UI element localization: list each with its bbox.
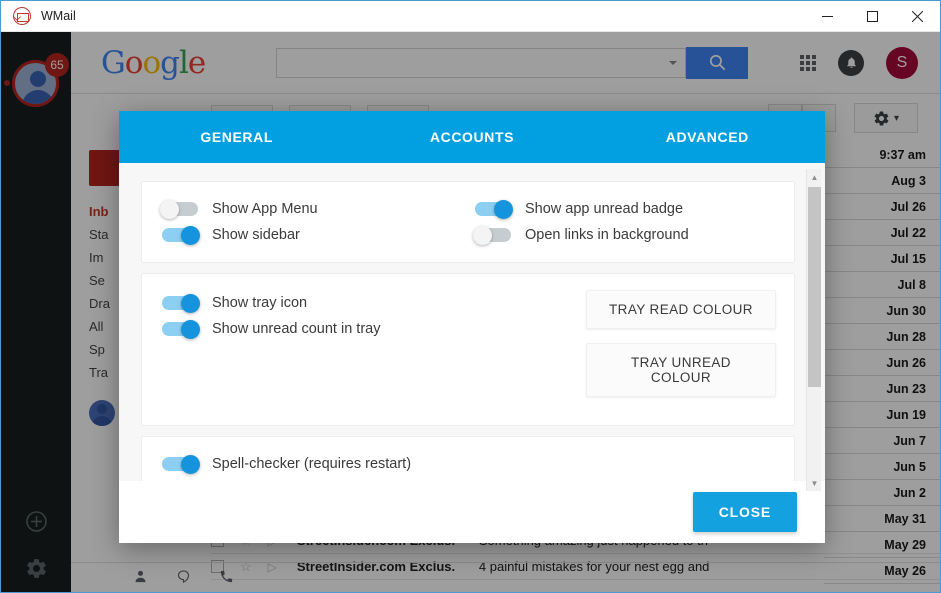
option-label: Spell-checker (requires restart)	[212, 455, 412, 472]
option-spell-checker[interactable]: Spell-checker (requires restart)	[160, 451, 776, 476]
email-date: Jul 22	[824, 220, 940, 246]
toggle-open-links-in-background[interactable]	[473, 225, 513, 245]
email-date: Jul 26	[824, 194, 940, 220]
scroll-down-arrow-icon[interactable]: ▼	[807, 475, 822, 491]
settings-footer: CLOSE	[119, 481, 825, 543]
email-date: Jun 19	[824, 402, 940, 428]
header-icons: S	[800, 46, 918, 79]
settings-gear-icon[interactable]	[25, 557, 48, 580]
email-date: Jun 23	[824, 376, 940, 402]
toggle-show-app-unread-badge[interactable]	[473, 199, 513, 219]
option-label: Show App Menu	[212, 200, 318, 217]
option-show-tray-icon[interactable]: Show tray icon	[160, 290, 586, 315]
option-show-unread-count-in-tray[interactable]: Show unread count in tray	[160, 316, 586, 341]
option-label: Open links in background	[525, 226, 689, 243]
email-date: Jun 5	[824, 454, 940, 480]
search-input[interactable]	[276, 47, 687, 78]
scrollbar-thumb[interactable]	[808, 187, 821, 387]
maximize-button[interactable]	[850, 1, 895, 32]
email-date-column: 9:37 am Aug 3 Jul 26 Jul 22 Jul 15 Jul 8…	[824, 142, 940, 584]
toggle-show-sidebar[interactable]	[160, 225, 200, 245]
tray-options-card: Show tray icon Show unread count in tray…	[141, 273, 795, 426]
person-icon[interactable]	[133, 569, 148, 587]
window-controls	[805, 1, 940, 32]
email-date: Jun 7	[824, 428, 940, 454]
toggle-spell-checker[interactable]	[160, 454, 200, 474]
unread-badge: 65	[45, 53, 69, 77]
search-icon[interactable]	[686, 46, 749, 79]
phone-icon[interactable]	[219, 569, 234, 587]
settings-dropdown[interactable]: ▾	[854, 103, 918, 133]
chevron-down-icon: ▾	[893, 112, 900, 124]
rail-status-dot	[4, 80, 10, 86]
option-show-app-unread-badge[interactable]: Show app unread badge	[473, 196, 776, 221]
add-account-icon[interactable]	[25, 510, 48, 533]
tray-unread-colour-button[interactable]: TRAY UNREAD COLOUR	[586, 343, 776, 397]
settings-scrollbar[interactable]: ▲ ▼	[806, 169, 821, 491]
email-date: Jun 26	[824, 350, 940, 376]
toggle-show-app-menu[interactable]	[160, 199, 200, 219]
avatar[interactable]: S	[886, 46, 918, 79]
email-date: Jun 2	[824, 480, 940, 506]
option-open-links-in-background[interactable]: Open links in background	[473, 222, 776, 247]
option-show-sidebar[interactable]: Show sidebar	[160, 222, 463, 247]
email-date: Jul 8	[824, 272, 940, 298]
close-button[interactable]: CLOSE	[692, 492, 797, 532]
tray-read-colour-button[interactable]: TRAY READ COLOUR	[586, 290, 776, 329]
email-date: May 26	[824, 558, 940, 584]
email-date: Jun 28	[824, 324, 940, 350]
email-date: 9:37 am	[824, 142, 940, 168]
settings-dialog: GENERAL ACCOUNTS ADVANCED SnapFiles Show…	[119, 111, 825, 543]
title-bar: WMail	[1, 1, 940, 32]
option-label: Show tray icon	[212, 294, 308, 311]
display-options-card: Show App Menu Show sidebar Show app unre…	[141, 181, 795, 263]
tab-general[interactable]: GENERAL	[119, 111, 355, 166]
bell-icon[interactable]	[838, 49, 864, 76]
email-date: Jun 30	[824, 298, 940, 324]
minimize-button[interactable]	[805, 1, 850, 32]
wmail-window: WMail 65 Google S ▾ Inb Sta Im Se Dra Al…	[0, 0, 941, 593]
search-options-caret-icon[interactable]	[669, 60, 678, 65]
option-label: Show unread count in tray	[212, 320, 381, 337]
email-date: May 29	[824, 532, 940, 558]
email-date: Jul 15	[824, 246, 940, 272]
wmail-envelope-icon	[13, 7, 31, 25]
wmail-account-rail: 65	[1, 32, 71, 592]
email-date: May 31	[824, 506, 940, 532]
settings-tabs: GENERAL ACCOUNTS ADVANCED	[119, 111, 825, 166]
google-logo: Google	[101, 44, 206, 81]
scroll-up-arrow-icon[interactable]: ▲	[807, 169, 822, 185]
toggle-show-tray-icon[interactable]	[160, 293, 200, 313]
option-label: Show app unread badge	[525, 200, 684, 217]
close-window-button[interactable]	[895, 1, 940, 32]
window-title: WMail	[41, 9, 76, 23]
tab-accounts[interactable]: ACCOUNTS	[354, 111, 589, 163]
email-date: Aug 3	[824, 168, 940, 194]
apps-grid-icon[interactable]	[800, 54, 816, 71]
toggle-show-unread-count-in-tray[interactable]	[160, 319, 200, 339]
tab-advanced[interactable]: ADVANCED	[590, 111, 825, 163]
gmail-chat-bar	[71, 562, 940, 592]
contact-avatar[interactable]	[89, 400, 115, 426]
option-label: Show sidebar	[212, 226, 300, 243]
option-show-app-menu[interactable]: Show App Menu	[160, 196, 463, 221]
gmail-header: Google S	[71, 32, 940, 94]
hangouts-icon[interactable]	[176, 569, 191, 587]
